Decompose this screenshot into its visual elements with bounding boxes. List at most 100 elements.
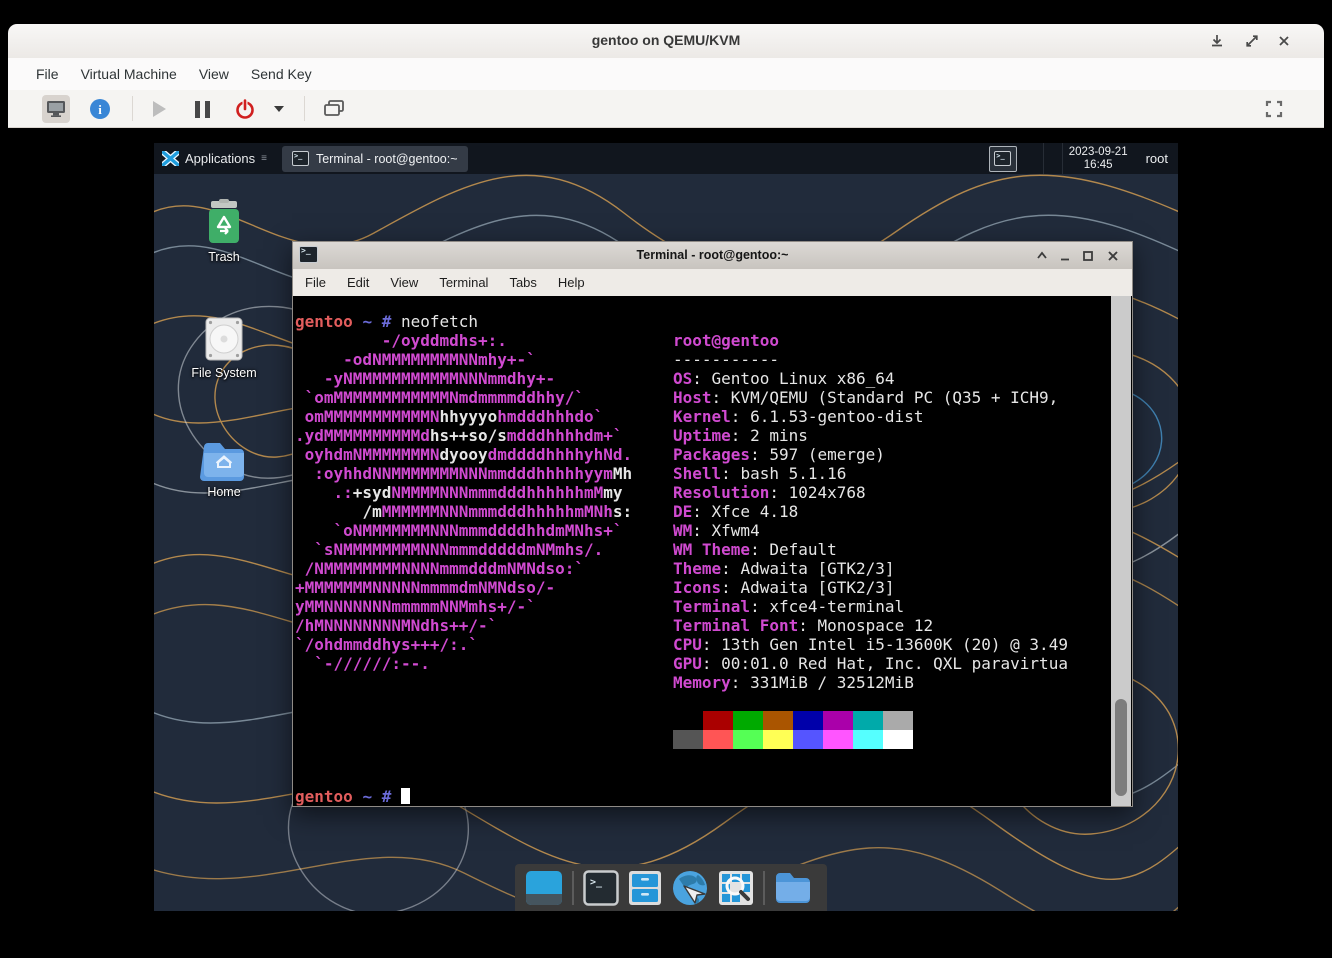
- shutdown-button[interactable]: [231, 95, 259, 123]
- shutdown-menu-button[interactable]: [270, 95, 288, 123]
- terminal-menu-item[interactable]: Tabs: [509, 269, 536, 296]
- neofetch-info-line: Shell: bash 5.1.16: [673, 464, 846, 483]
- terminal-menu-item[interactable]: File: [305, 269, 326, 296]
- desktop-icon-filesystem[interactable]: File System: [176, 316, 272, 380]
- shade-button[interactable]: [1035, 249, 1049, 263]
- maximize-icon: [1081, 249, 1095, 263]
- neofetch-info-line: GPU: 00:01.0 Red Hat, Inc. QXL paravirtu…: [673, 654, 1068, 673]
- terminal-text: gentoo ~ # neofetch -/oyddmdhs+:. -odNMM…: [295, 296, 1110, 806]
- taskbar-window-button[interactable]: >_ Terminal - root@gentoo:~: [282, 146, 468, 172]
- app-menu-item[interactable]: Virtual Machine: [81, 58, 177, 90]
- neofetch-info-line: WM Theme: Default: [673, 540, 837, 559]
- neofetch-info-line: Terminal Font: Monospace 12: [673, 616, 933, 635]
- palette-swatch: [733, 730, 763, 749]
- terminal-titlebar[interactable]: >_ Terminal - root@gentoo:~: [293, 242, 1132, 270]
- fullscreen-button[interactable]: [1260, 95, 1288, 123]
- neofetch-info-line: Icons: Adwaita [GTK2/3]: [673, 578, 895, 597]
- guest-screen[interactable]: Applications ≡ >_ Terminal - root@gentoo…: [154, 143, 1178, 911]
- guest-details-button[interactable]: i: [86, 95, 114, 123]
- panel-clock[interactable]: 2023-09-21 16:45: [1069, 146, 1128, 172]
- palette-swatch: [763, 711, 793, 730]
- dock: >_: [515, 864, 827, 911]
- window-titlebar: gentoo on QEMU/KVM: [8, 24, 1324, 59]
- palette-swatch: [853, 730, 883, 749]
- ascii-art-line: -odNMMMMMMMMNNmhy+-`: [295, 350, 536, 369]
- close-icon: [1106, 249, 1120, 263]
- palette-swatch: [763, 730, 793, 749]
- ascii-art-line: :oyhhdNNMMMMMMMNNNmmdddhhhhhyymMh: [295, 464, 632, 483]
- terminal-scrollbar[interactable]: [1111, 296, 1131, 806]
- neofetch-info-line: Theme: Adwaita [GTK2/3]: [673, 559, 895, 578]
- ascii-art-line: /mMMMMMMNNNmmmdddhhhhhmMNhs:: [295, 502, 632, 521]
- palette-swatch: [793, 711, 823, 730]
- vm-console-area[interactable]: Applications ≡ >_ Terminal - root@gentoo…: [8, 128, 1324, 958]
- resize-expand-icon: [1244, 33, 1260, 49]
- screenshot-download-button[interactable]: [1209, 33, 1225, 49]
- palette-swatch: [883, 711, 913, 730]
- applications-caret: ≡: [261, 153, 268, 164]
- minimize-button[interactable]: [1058, 249, 1072, 263]
- chevron-up-icon: [1035, 249, 1049, 263]
- terminal-viewport[interactable]: gentoo ~ # neofetch -/oyddmdhs+:. -odNMM…: [293, 296, 1132, 806]
- displays-icon: [324, 100, 344, 118]
- desktop-icon-label: Trash: [176, 250, 272, 264]
- terminal-menu-item[interactable]: Help: [558, 269, 585, 296]
- terminal-window: >_ Terminal - root@gentoo:~: [292, 241, 1133, 807]
- svg-text:i: i: [98, 102, 102, 117]
- app-menu-item[interactable]: Send Key: [251, 58, 312, 90]
- desktop-icon-home[interactable]: Home: [176, 439, 272, 499]
- desktop-icon-trash[interactable]: Trash: [176, 198, 272, 264]
- panel-separator: [1043, 143, 1044, 174]
- show-desktop-icon[interactable]: [525, 870, 563, 906]
- xfce-logo-icon: [162, 151, 179, 166]
- neofetch-info-line: Memory: 331MiB / 32512MiB: [673, 673, 914, 692]
- task-button-title: Terminal - root@gentoo:~: [316, 152, 458, 166]
- monitor-icon: [46, 100, 66, 118]
- fullscreen-icon: [1265, 100, 1283, 118]
- maximize-button[interactable]: [1244, 33, 1260, 49]
- terminal-launcher-icon[interactable]: >_: [583, 870, 619, 906]
- color-palette-row: [673, 730, 913, 749]
- palette-swatch: [673, 711, 703, 730]
- neofetch-info-line: Uptime: 2 mins: [673, 426, 808, 445]
- applications-menu-button[interactable]: Applications ≡: [154, 143, 276, 174]
- palette-swatch: [703, 711, 733, 730]
- download-icon: [1209, 33, 1225, 49]
- ascii-art-line: yMMNNNNNNNmmmmmNNMmhs+/-`: [295, 597, 536, 616]
- terminal-menu-item[interactable]: Terminal: [439, 269, 488, 296]
- app-menu-item[interactable]: File: [36, 58, 59, 90]
- neofetch-info-line: OS: Gentoo Linux x86_64: [673, 369, 895, 388]
- terminal-icon: >_: [994, 151, 1011, 166]
- virtual-displays-button[interactable]: [320, 95, 348, 123]
- terminal-cursor: [401, 788, 410, 804]
- neofetch-info-line: DE: Xfce 4.18: [673, 502, 798, 521]
- close-button[interactable]: [1276, 33, 1292, 49]
- palette-swatch: [823, 711, 853, 730]
- app-menubar: File Virtual Machine View Send Key: [8, 58, 1324, 90]
- file-folder-icon[interactable]: [774, 871, 812, 905]
- pause-button[interactable]: [188, 95, 216, 123]
- terminal-menu-item[interactable]: Edit: [347, 269, 369, 296]
- scrollbar-thumb[interactable]: [1115, 699, 1127, 796]
- applications-label: Applications: [185, 151, 255, 166]
- run-button[interactable]: [145, 95, 173, 123]
- web-browser-icon[interactable]: [671, 869, 709, 907]
- xfce-panel: Applications ≡ >_ Terminal - root@gentoo…: [154, 143, 1178, 174]
- panel-separator: [1062, 143, 1063, 174]
- palette-swatch: [793, 730, 823, 749]
- console-view-button[interactable]: [42, 95, 70, 123]
- neofetch-info-line: Resolution: 1024x768: [673, 483, 866, 502]
- hard-drive-icon: [200, 316, 248, 362]
- app-menu-item[interactable]: View: [199, 58, 229, 90]
- close-button[interactable]: [1106, 249, 1120, 263]
- neofetch-info-line: Host: KVM/QEMU (Standard PC (Q35 + ICH9,: [673, 388, 1058, 407]
- maximize-button[interactable]: [1081, 249, 1095, 263]
- application-finder-icon[interactable]: [718, 870, 754, 906]
- ascii-art-line: /hMNNNNNNNNMNdhs++/-`: [295, 616, 497, 635]
- terminal-menu-item[interactable]: View: [390, 269, 418, 296]
- file-manager-icon[interactable]: [628, 870, 662, 906]
- systray-terminal-button[interactable]: >_: [989, 146, 1017, 172]
- prompt-line: gentoo ~ #: [295, 787, 410, 806]
- play-icon: [153, 101, 166, 117]
- terminal-window-title: Terminal - root@gentoo:~: [293, 248, 1132, 262]
